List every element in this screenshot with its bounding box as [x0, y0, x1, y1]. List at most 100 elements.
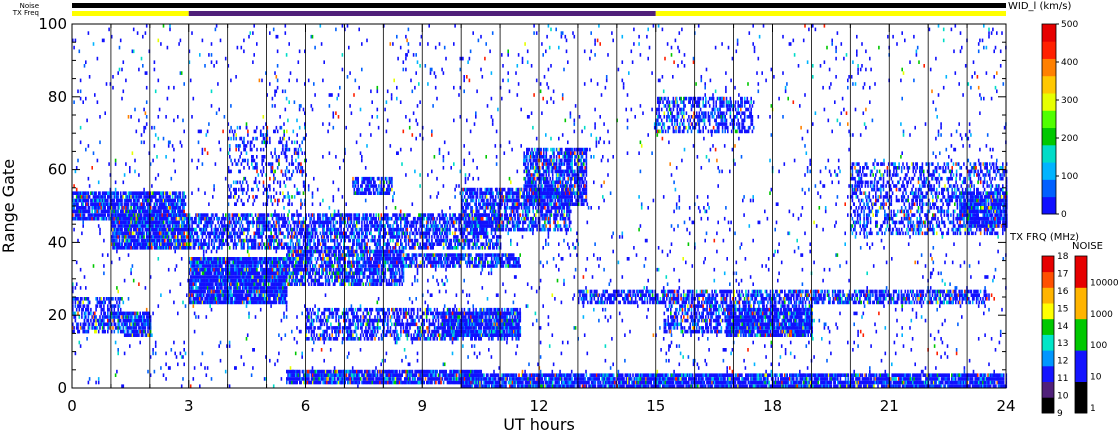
range-gate-cell — [407, 220, 410, 225]
range-gate-cell — [339, 275, 341, 279]
range-gate-cell — [361, 246, 363, 250]
range-gate-cell — [121, 198, 123, 203]
range-gate-cell — [297, 224, 300, 228]
range-gate-cell — [314, 224, 317, 228]
range-gate-cell — [363, 220, 366, 225]
range-gate-cell — [361, 267, 363, 272]
range-gate-cell — [387, 220, 389, 225]
range-gate-cell — [328, 282, 331, 286]
range-gate-cell — [238, 220, 240, 225]
range-gate-cell — [119, 318, 122, 323]
range-gate-cell — [174, 198, 176, 203]
range-gate-cell — [457, 246, 459, 250]
range-gate-cell — [231, 297, 234, 301]
range-gate-cell — [376, 246, 379, 250]
range-gate-cell — [309, 242, 311, 246]
range-gate-cell — [396, 271, 398, 276]
range-gate-cell — [275, 300, 278, 305]
range-gate-cell — [257, 264, 259, 268]
range-gate-cell — [253, 220, 256, 225]
range-gate-cell — [332, 267, 335, 272]
range-gate-cell — [213, 216, 215, 221]
range-gate-cell — [470, 253, 472, 257]
range-gate-cell — [376, 220, 379, 225]
range-gate-cell — [463, 246, 466, 250]
range-gate-cell — [127, 329, 130, 334]
range-gate-cell — [400, 278, 402, 283]
range-gate-cell — [297, 271, 300, 276]
range-gate-cell — [481, 257, 484, 261]
range-gate-cell — [328, 271, 331, 276]
range-gate-cell — [273, 235, 275, 239]
range-gate-cell — [140, 213, 143, 217]
range-gate-cell — [392, 238, 394, 243]
range-gate-cell — [464, 242, 467, 246]
range-gate-cell — [204, 231, 206, 236]
range-gate-cell — [142, 333, 144, 337]
range-gate-cell — [197, 235, 200, 239]
txfreq-status-bar — [72, 11, 1006, 16]
range-gate-cell — [375, 216, 377, 221]
range-gate-cell — [243, 300, 245, 305]
range-gate-cell — [442, 242, 445, 246]
range-gate-cell — [177, 235, 179, 239]
range-gate-cell — [216, 213, 218, 217]
range-gate-cell — [132, 231, 135, 236]
range-gate-cell — [317, 246, 319, 250]
range-gate-cell — [97, 329, 100, 334]
range-gate-cell — [230, 286, 232, 290]
range-gate-cell — [402, 253, 405, 257]
range-gate-cell — [251, 213, 253, 217]
range-gate-cell — [388, 278, 390, 283]
range-gate-cell — [326, 267, 328, 272]
range-gate-cell — [352, 227, 354, 232]
range-gate-cell — [322, 216, 324, 221]
range-gate-cell — [371, 220, 374, 225]
range-gate-cell — [449, 264, 451, 268]
range-gate-cell — [254, 213, 257, 217]
range-gate-cell — [450, 238, 453, 243]
range-gate-cell — [384, 224, 386, 228]
range-gate-cell — [438, 227, 441, 232]
range-gate-cell — [88, 209, 91, 214]
range-gate-cell — [193, 246, 196, 250]
range-gate-cell — [489, 242, 491, 246]
range-gate-cell — [425, 242, 428, 246]
range-gate-cell — [312, 253, 314, 257]
range-gate-cell — [136, 246, 139, 250]
range-gate-cell — [302, 227, 305, 232]
range-gate-cell — [431, 238, 433, 243]
range-gate-cell — [107, 304, 109, 308]
range-gate-cell — [302, 271, 305, 276]
range-gate-cell — [453, 260, 455, 265]
range-gate-cell — [252, 224, 254, 228]
range-gate-cell — [306, 264, 309, 268]
range-gate-cell — [457, 235, 459, 239]
range-gate-cell — [222, 213, 224, 217]
range-gate-cell — [384, 271, 387, 276]
range-gate-cell — [405, 242, 407, 246]
range-gate-cell — [167, 235, 170, 239]
range-gate-cell — [441, 253, 444, 257]
range-gate-cell — [502, 264, 505, 268]
range-gate-cell — [419, 242, 421, 246]
range-gate-cell — [367, 238, 370, 243]
range-gate-cell — [432, 213, 434, 217]
range-gate-cell — [288, 253, 291, 257]
range-gate-cell — [301, 246, 304, 250]
range-gate-cell — [261, 246, 263, 250]
range-gate-cell — [117, 329, 119, 334]
range-gate-cell — [87, 318, 90, 323]
range-gate-cell — [247, 297, 249, 301]
range-gate-cell — [285, 278, 288, 283]
range-gate-cell — [87, 198, 90, 203]
range-gate-cell — [319, 242, 322, 246]
range-gate-cell — [171, 242, 174, 246]
range-gate-cell — [287, 227, 289, 232]
range-gate-cell — [423, 264, 426, 268]
range-gate-cell — [337, 227, 340, 232]
range-gate-cell — [489, 246, 491, 250]
range-gate-cell — [315, 231, 318, 236]
range-gate-cell — [416, 231, 419, 236]
range-gate-cell — [396, 282, 398, 286]
